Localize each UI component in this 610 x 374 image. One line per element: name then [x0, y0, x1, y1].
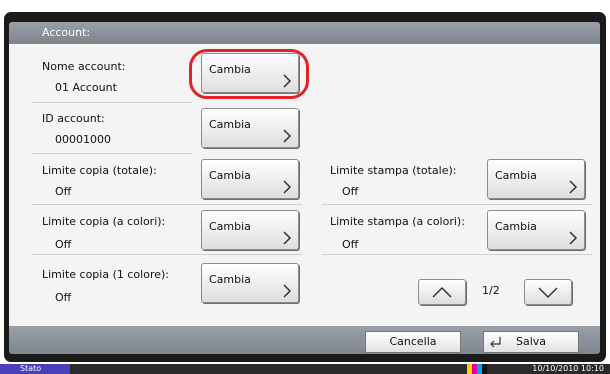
chevron-right-icon — [569, 231, 578, 245]
status-tab[interactable]: Stato — [0, 364, 70, 374]
divider — [32, 102, 192, 103]
limite-stampa-totale-label: Limite stampa (totale): — [330, 164, 457, 177]
nome-account-label: Nome account: — [42, 60, 126, 73]
chevron-right-icon — [283, 284, 292, 298]
limite-stampa-totale-value: Off — [342, 185, 359, 198]
nome-account-value: 01 Account — [55, 81, 117, 94]
id-account-label: ID account: — [42, 112, 105, 125]
chevron-right-icon — [283, 231, 292, 245]
chevron-down-icon — [538, 287, 558, 299]
datetime: 10/10/2010 10:10 — [532, 364, 604, 373]
limite-copia-1colore-label: Limite copia (1 colore): — [42, 268, 169, 281]
limite-copia-1colore-change-button[interactable]: Cambia — [201, 263, 299, 303]
button-label: Cambia — [495, 220, 537, 233]
divider — [322, 254, 592, 255]
divider — [32, 204, 302, 205]
limite-copia-colori-label: Limite copia (a colori): — [42, 215, 166, 228]
chevron-right-icon — [283, 180, 292, 194]
save-button-label: Salva — [515, 335, 547, 348]
id-account-value: 00001000 — [55, 133, 111, 146]
divider — [32, 153, 192, 154]
limite-copia-totale-change-button[interactable]: Cambia — [201, 159, 299, 199]
limite-stampa-totale-change-button[interactable]: Cambia — [487, 159, 585, 199]
toner-level-icon — [467, 364, 487, 374]
nome-account-change-button[interactable]: Cambia — [201, 53, 299, 93]
chevron-up-icon — [432, 286, 452, 298]
button-label: Cambia — [209, 220, 251, 233]
screen-header: Account: — [9, 22, 600, 44]
limite-copia-colori-change-button[interactable]: Cambia — [201, 210, 299, 250]
chevron-right-icon — [283, 74, 292, 88]
limite-stampa-colori-change-button[interactable]: Cambia — [487, 210, 585, 250]
button-label: Cambia — [209, 63, 251, 76]
divider — [322, 204, 592, 205]
page-up-button[interactable] — [418, 279, 466, 305]
limite-stampa-colori-value: Off — [342, 238, 359, 251]
limite-stampa-colori-label: Limite stampa (a colori): — [330, 215, 465, 228]
page-down-button[interactable] — [524, 279, 572, 305]
cancel-button[interactable]: Cancella — [365, 331, 461, 353]
limite-copia-totale-value: Off — [55, 185, 72, 198]
id-account-change-button[interactable]: Cambia — [201, 108, 299, 148]
screen-title: Account: — [42, 26, 91, 39]
chevron-right-icon — [283, 129, 292, 143]
button-label: Cambia — [495, 169, 537, 182]
enter-arrow-icon — [490, 337, 501, 348]
chevron-right-icon — [569, 180, 578, 194]
status-bar — [0, 364, 610, 374]
save-button[interactable]: Salva — [483, 331, 579, 353]
limite-copia-totale-label: Limite copia (totale): — [42, 164, 157, 177]
button-label: Cambia — [209, 118, 251, 131]
limite-copia-1colore-value: Off — [55, 291, 72, 304]
button-label: Cambia — [209, 169, 251, 182]
page-indicator: 1/2 — [482, 284, 500, 297]
divider — [32, 254, 302, 255]
button-label: Cambia — [209, 273, 251, 286]
limite-copia-colori-value: Off — [55, 238, 72, 251]
